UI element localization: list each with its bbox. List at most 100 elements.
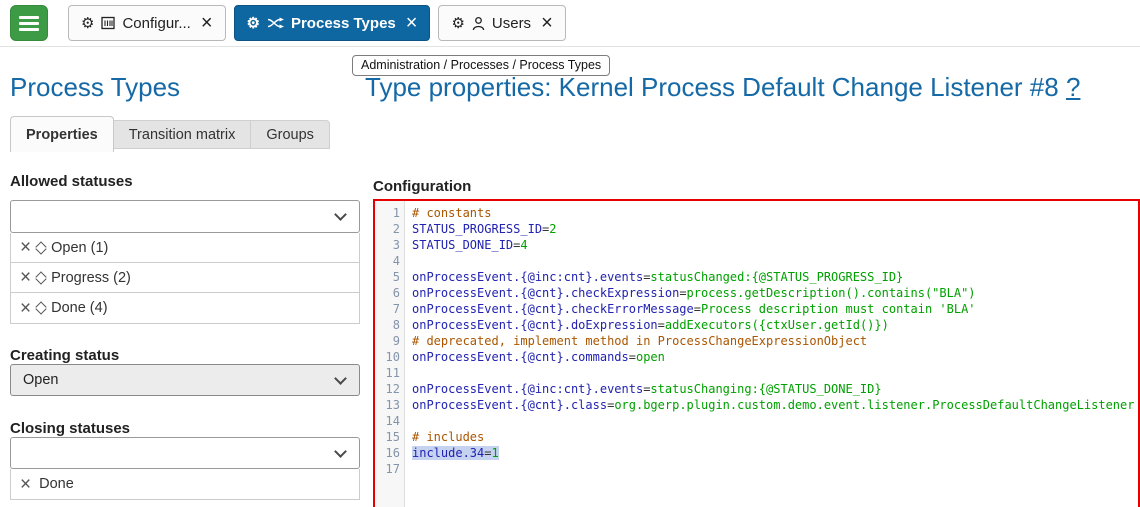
code-line: STATUS_DONE_ID=4 bbox=[412, 237, 1134, 253]
code-token-comment: # includes bbox=[412, 430, 484, 444]
reorder-icon[interactable] bbox=[37, 273, 45, 283]
shuffle-icon bbox=[267, 17, 284, 29]
code-area[interactable]: # constantsSTATUS_PROGRESS_ID=2STATUS_DO… bbox=[405, 201, 1134, 507]
code-token-key: onProcessEvent.{@cnt}.checkExpression bbox=[412, 286, 679, 300]
header-tab-label: Process Types bbox=[291, 15, 396, 32]
code-line bbox=[412, 365, 1134, 381]
remove-icon[interactable]: × bbox=[18, 299, 33, 318]
tab-transition-matrix[interactable]: Transition matrix bbox=[113, 120, 252, 149]
allowed-statuses-label: Allowed statuses bbox=[10, 173, 133, 190]
gear-icon: ⚙ bbox=[81, 16, 94, 31]
line-number: 10 bbox=[375, 349, 400, 365]
code-token-value: 2 bbox=[549, 222, 556, 236]
close-icon[interactable]: × bbox=[406, 13, 418, 33]
code-token-eq: = bbox=[679, 286, 686, 300]
gear-icon: ⚙ bbox=[451, 16, 464, 31]
closing-statuses-list: × Done bbox=[10, 469, 360, 500]
code-line: STATUS_PROGRESS_ID=2 bbox=[412, 221, 1134, 237]
code-line: onProcessEvent.{@inc:cnt}.events=statusC… bbox=[412, 269, 1134, 285]
code-token-value: addExecutors({ctxUser.getId()}) bbox=[665, 318, 889, 332]
code-token-key: include.34 bbox=[412, 446, 484, 460]
code-token-eq: = bbox=[658, 318, 665, 332]
code-line: onProcessEvent.{@cnt}.checkErrorMessage=… bbox=[412, 301, 1134, 317]
code-line: include.34=1 bbox=[412, 445, 1134, 461]
config-grid-icon bbox=[101, 16, 115, 30]
code-token-comment: # constants bbox=[412, 206, 491, 220]
close-icon[interactable]: × bbox=[201, 13, 213, 33]
line-number: 15 bbox=[375, 429, 400, 445]
allowed-statuses-combobox[interactable] bbox=[10, 200, 360, 233]
configuration-editor[interactable]: 1234567891011121314151617 # constantsSTA… bbox=[373, 199, 1140, 507]
line-number: 6 bbox=[375, 285, 400, 301]
code-token-value: process.getDescription().contains("BLA") bbox=[687, 286, 976, 300]
type-properties-heading-text: Type properties: Kernel Process Default … bbox=[365, 72, 1059, 102]
page-title: Process Types bbox=[10, 72, 180, 103]
status-list-item: ×Done (4) bbox=[11, 293, 359, 323]
tab-properties[interactable]: Properties bbox=[10, 116, 114, 152]
header-tab-label: Configur... bbox=[122, 15, 190, 32]
code-line: onProcessEvent.{@cnt}.class=org.bgerp.pl… bbox=[412, 397, 1134, 413]
line-number: 11 bbox=[375, 365, 400, 381]
code-token-key: onProcessEvent.{@cnt}.class bbox=[412, 398, 607, 412]
chevron-down-icon bbox=[334, 208, 347, 221]
line-number: 3 bbox=[375, 237, 400, 253]
person-icon bbox=[472, 16, 485, 31]
header-tab-configur-[interactable]: ⚙ Configur... × bbox=[68, 5, 226, 41]
code-line: onProcessEvent.{@cnt}.commands=open bbox=[412, 349, 1134, 365]
close-icon[interactable]: × bbox=[541, 13, 553, 33]
line-number: 12 bbox=[375, 381, 400, 397]
remove-icon[interactable]: × bbox=[18, 268, 33, 287]
tab-groups[interactable]: Groups bbox=[250, 120, 330, 149]
status-label: Progress (2) bbox=[51, 270, 131, 286]
code-token-value: 1 bbox=[491, 446, 498, 460]
code-token-value: org.bgerp.plugin.custom.demo.event.liste… bbox=[614, 398, 1134, 412]
header-tab-users[interactable]: ⚙ Users × bbox=[438, 5, 565, 41]
configuration-label: Configuration bbox=[373, 178, 471, 195]
creating-status-value: Open bbox=[23, 372, 58, 388]
code-line: onProcessEvent.{@cnt}.checkExpression=pr… bbox=[412, 285, 1134, 301]
reorder-icon[interactable] bbox=[37, 303, 45, 313]
header-tab-process-types[interactable]: ⚙ Process Types × bbox=[234, 5, 431, 41]
shuffle-icon bbox=[267, 17, 284, 29]
type-properties-heading: Type properties: Kernel Process Default … bbox=[365, 72, 1080, 103]
line-number: 14 bbox=[375, 413, 400, 429]
remove-icon[interactable]: × bbox=[18, 238, 33, 257]
line-number: 5 bbox=[375, 269, 400, 285]
line-number: 17 bbox=[375, 461, 400, 477]
creating-status-select[interactable]: Open bbox=[10, 364, 360, 396]
gear-icon: ⚙ bbox=[247, 16, 260, 31]
line-number: 1 bbox=[375, 205, 400, 221]
code-line bbox=[412, 461, 1134, 477]
reorder-icon[interactable] bbox=[37, 243, 45, 253]
hamburger-icon bbox=[19, 16, 39, 19]
person-icon bbox=[472, 16, 485, 31]
line-number: 2 bbox=[375, 221, 400, 237]
remove-icon[interactable]: × bbox=[18, 475, 33, 494]
help-link[interactable]: ? bbox=[1066, 72, 1080, 102]
menu-button[interactable] bbox=[10, 5, 48, 41]
code-line: # includes bbox=[412, 429, 1134, 445]
line-number-gutter: 1234567891011121314151617 bbox=[375, 201, 405, 507]
code-token-value: Process description must contain 'BLA' bbox=[701, 302, 976, 316]
status-list-item: × Progress (2) bbox=[11, 263, 359, 293]
line-number: 7 bbox=[375, 301, 400, 317]
line-number: 9 bbox=[375, 333, 400, 349]
header-tab-label: Users bbox=[492, 15, 531, 32]
code-line: onProcessEvent.{@cnt}.doExpression=addEx… bbox=[412, 317, 1134, 333]
code-token-key: STATUS_PROGRESS_ID bbox=[412, 222, 542, 236]
status-label: Done bbox=[39, 476, 74, 492]
closing-statuses-label: Closing statuses bbox=[10, 420, 130, 437]
open-tab-strip: ⚙ Configur... × ⚙ Process Types × ⚙ Users × bbox=[68, 5, 566, 41]
code-token-key: onProcessEvent.{@cnt}.doExpression bbox=[412, 318, 658, 332]
code-line: # constants bbox=[412, 205, 1134, 221]
closing-statuses-combobox[interactable] bbox=[10, 437, 360, 469]
code-line: onProcessEvent.{@inc:cnt}.events=statusC… bbox=[412, 381, 1134, 397]
code-token-comment: # deprecated, implement method in Proces… bbox=[412, 334, 867, 348]
code-token-eq: = bbox=[629, 350, 636, 364]
line-number: 16 bbox=[375, 445, 400, 461]
config-grid-icon bbox=[101, 16, 115, 30]
line-number: 8 bbox=[375, 317, 400, 333]
breadcrumb-tooltip: Administration / Processes / Process Typ… bbox=[352, 55, 610, 76]
code-token-value: statusChanging:{@STATUS_DONE_ID} bbox=[650, 382, 881, 396]
chevron-down-icon bbox=[334, 445, 347, 458]
